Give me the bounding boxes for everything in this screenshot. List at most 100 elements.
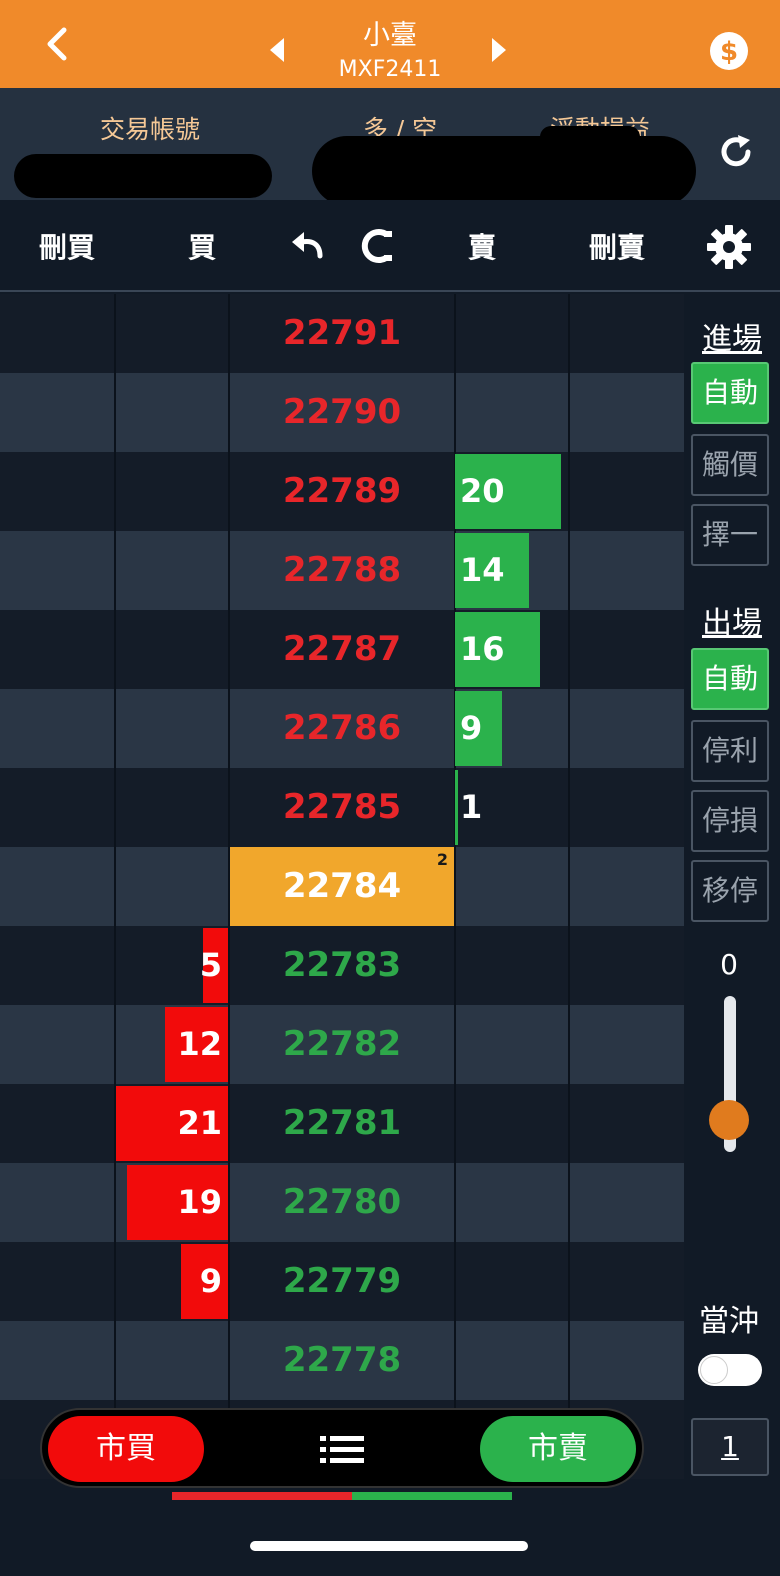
next-contract-icon[interactable] [490, 36, 510, 64]
price-text: 22784 [282, 866, 402, 906]
price-level: 22786 [230, 689, 454, 768]
entry-trigger-button[interactable]: 觸價 [691, 434, 769, 496]
daytrade-label: 當沖 [699, 1304, 759, 1339]
ladder-row[interactable]: 22787 16 [0, 610, 684, 689]
quantity-value: 1 [721, 1430, 739, 1463]
ladder-row[interactable]: 21 22781 [0, 1084, 684, 1163]
magnet-icon[interactable] [356, 226, 396, 266]
daytrade-toggle[interactable] [698, 1354, 762, 1386]
column-divider [114, 1321, 116, 1400]
price-text: 22790 [282, 392, 402, 432]
price-text: 22780 [282, 1182, 402, 1222]
settings-gear-icon[interactable] [706, 224, 752, 270]
ladder-row[interactable]: 22786 9 [0, 689, 684, 768]
price-text: 22791 [282, 313, 402, 353]
list-menu-icon[interactable] [320, 1434, 366, 1466]
price-text: 22789 [282, 471, 402, 511]
entry-either-button[interactable]: 擇一 [691, 504, 769, 566]
bid-quantity[interactable]: 19 [177, 1163, 222, 1242]
quantity-input[interactable]: 1 [691, 1418, 769, 1476]
column-divider [114, 1163, 116, 1242]
contract-title: 小臺 [363, 20, 417, 51]
ladder-row[interactable]: 22778 [0, 1321, 684, 1400]
column-divider [114, 1005, 116, 1084]
ladder-row[interactable]: 22791 [0, 294, 684, 373]
cancel-sell-button[interactable]: 刪賣 [570, 226, 664, 266]
ask-quantity[interactable]: 1 [460, 768, 482, 847]
ladder-row[interactable]: 5 22783 [0, 926, 684, 1005]
ladder-row[interactable]: 22784 2 [0, 847, 684, 926]
column-divider [114, 294, 116, 373]
column-divider [568, 1084, 570, 1163]
column-divider [114, 452, 116, 531]
bid-quantity[interactable]: 9 [200, 1242, 222, 1321]
price-ladder: 22791 22790 22789 20 22788 14 22787 16 22786 9 227… [0, 294, 684, 1490]
bid-quantity[interactable]: 5 [200, 926, 222, 1005]
ask-quantity[interactable]: 16 [460, 610, 505, 689]
price-text: 22778 [282, 1340, 402, 1380]
entry-label: 進場 [702, 322, 762, 357]
side-panel: 進場 自動 觸價 擇一 出場 自動 停利 停損 移停 0 當沖 1 [684, 294, 780, 1494]
price-text: 22783 [282, 945, 402, 985]
undo-icon[interactable] [290, 230, 324, 262]
account-label: 交易帳號 [99, 115, 200, 144]
price-level: 22791 [230, 294, 454, 373]
market-sell-button[interactable]: 市賣 [480, 1416, 636, 1482]
price-text: 22787 [282, 629, 402, 669]
volume-badge: 2 [436, 850, 448, 869]
column-divider [454, 294, 456, 373]
column-divider [568, 926, 570, 1005]
ladder-row[interactable]: 9 22779 [0, 1242, 684, 1321]
account-bar: 交易帳號 多 / 空 浮動損益 [0, 88, 780, 206]
ask-quantity[interactable]: 9 [460, 689, 482, 768]
ladder-row[interactable]: 19 22780 [0, 1163, 684, 1242]
column-divider [568, 610, 570, 689]
take-profit-button[interactable]: 停利 [691, 720, 769, 782]
buy-column-label: 買 [187, 231, 216, 264]
ask-quantity[interactable]: 20 [460, 452, 505, 531]
stop-loss-button[interactable]: 停損 [691, 790, 769, 852]
dollar-coin-icon[interactable]: $ [708, 30, 750, 72]
market-buy-button[interactable]: 市買 [48, 1416, 204, 1482]
sell-column-label: 賣 [467, 231, 496, 264]
price-text: 22781 [282, 1103, 402, 1143]
column-divider [568, 847, 570, 926]
trailing-stop-button[interactable]: 移停 [691, 860, 769, 922]
bid-quantity[interactable]: 12 [177, 1005, 222, 1084]
ladder-row[interactable]: 22788 14 [0, 531, 684, 610]
price-level: 22789 [230, 452, 454, 531]
price-level: 22787 [230, 610, 454, 689]
column-divider [114, 689, 116, 768]
column-divider [454, 847, 456, 926]
action-bar: 市買 市賣 [40, 1408, 644, 1488]
column-divider [114, 768, 116, 847]
ladder-row[interactable]: 22785 1 [0, 768, 684, 847]
entry-auto-button[interactable]: 自動 [691, 362, 769, 424]
redacted-values-top [540, 126, 640, 148]
refresh-icon[interactable] [716, 132, 756, 172]
cancel-buy-button[interactable]: 刪買 [20, 226, 114, 266]
column-divider [568, 1321, 570, 1400]
column-divider [454, 1321, 456, 1400]
ask-quantity[interactable]: 14 [460, 531, 505, 610]
column-divider [454, 1163, 456, 1242]
slider-thumb[interactable] [709, 1100, 749, 1140]
redacted-values [312, 136, 696, 206]
ladder-row[interactable]: 12 22782 [0, 1005, 684, 1084]
column-divider [568, 689, 570, 768]
column-divider [454, 926, 456, 1005]
order-toolbar: 刪買 買 賣 刪賣 [0, 200, 780, 292]
slider-value: 0 [720, 948, 738, 981]
price-text: 22782 [282, 1024, 402, 1064]
bid-quantity[interactable]: 21 [177, 1084, 222, 1163]
exit-auto-button[interactable]: 自動 [691, 648, 769, 710]
column-divider [114, 610, 116, 689]
ladder-row[interactable]: 22790 [0, 373, 684, 452]
column-divider [114, 847, 116, 926]
price-level: 22779 [230, 1242, 454, 1321]
column-divider [568, 1005, 570, 1084]
top-bar: 小臺 MXF2411 $ [0, 0, 780, 88]
redacted-account [14, 154, 272, 198]
ladder-row[interactable]: 22789 20 [0, 452, 684, 531]
price-level: 22782 [230, 1005, 454, 1084]
